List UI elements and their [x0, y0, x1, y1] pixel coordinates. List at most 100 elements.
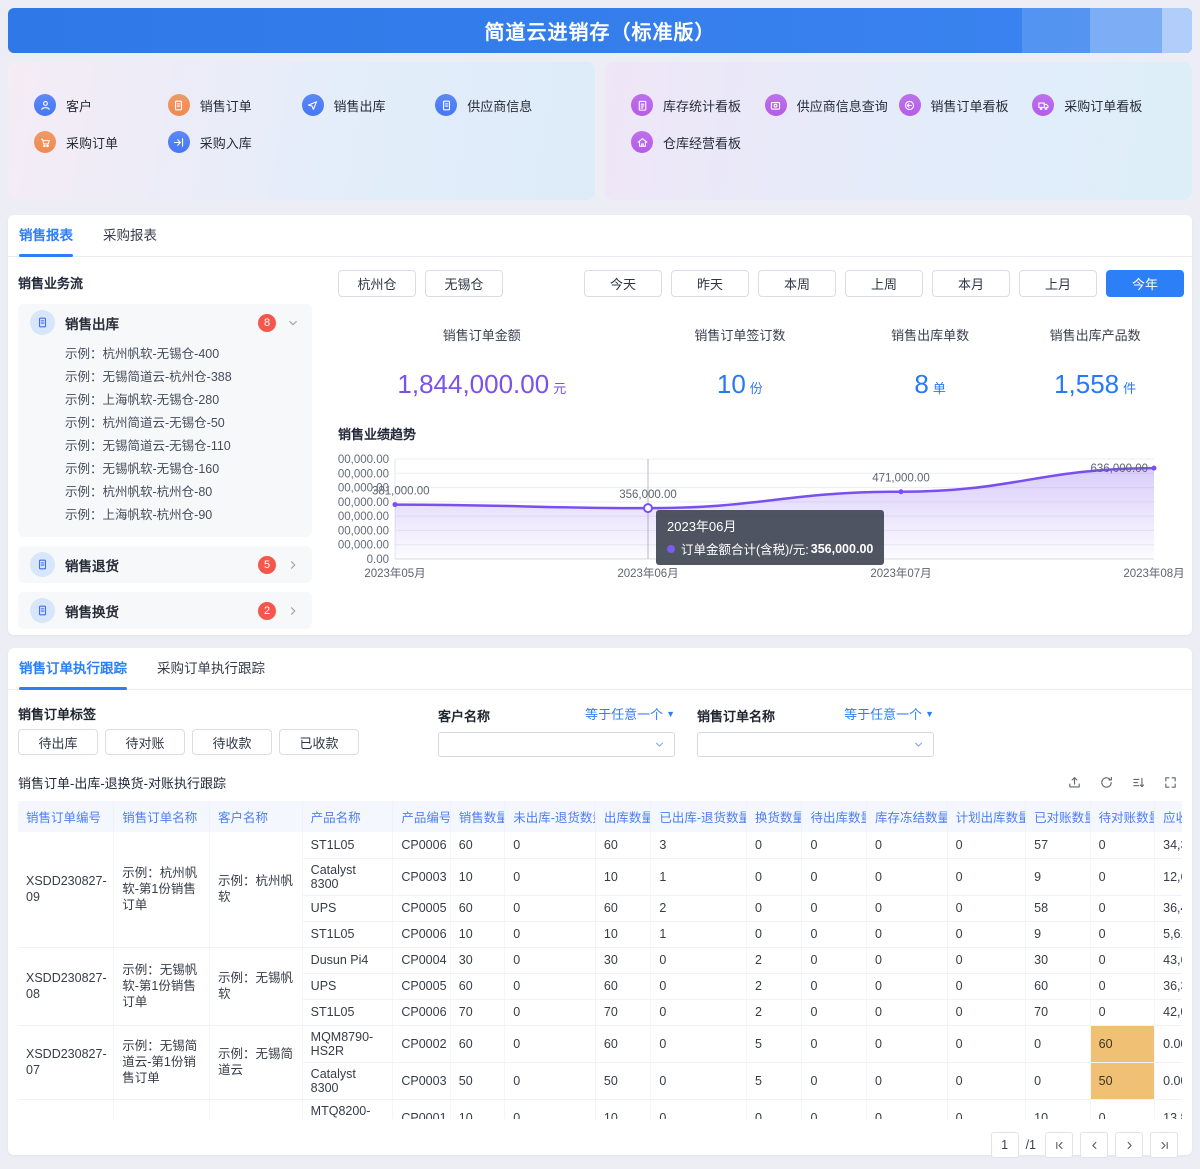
- value-cell: 70: [1026, 999, 1090, 1025]
- last-page-button[interactable]: [1150, 1132, 1178, 1158]
- chevron-right-icon[interactable]: [286, 604, 300, 618]
- filter-select-label: 销售订单名称: [697, 706, 775, 721]
- flow-item-link[interactable]: 示例：无锡简道云-杭州仓-388: [65, 366, 312, 389]
- value-cell: 0: [1090, 832, 1154, 858]
- value-cell: 60: [450, 895, 504, 921]
- table-title: 销售订单-出库-退换货-对账执行跟踪: [18, 773, 226, 792]
- value-cell: 0: [947, 858, 1026, 895]
- shortcut-warehouse-board[interactable]: 仓库经营看板: [631, 131, 765, 153]
- product-code-cell: CP0004: [393, 947, 450, 973]
- page-number-input[interactable]: 1: [991, 1132, 1019, 1158]
- shortcut-purchase-inbound[interactable]: 采购入库: [168, 131, 302, 153]
- flow-item-link[interactable]: 示例：杭州帆软-无锡仓-400: [65, 343, 312, 366]
- period-filter-button[interactable]: 本周: [758, 270, 836, 297]
- value-cell: 0: [651, 1025, 747, 1062]
- shortcut-purchase-order[interactable]: 采购订单: [34, 131, 168, 153]
- shortcut-inventory-stats[interactable]: 库存统计看板: [631, 94, 765, 116]
- export-icon[interactable]: [1067, 775, 1082, 790]
- shortcut-customer[interactable]: 客户: [34, 94, 168, 116]
- value-cell: 0: [866, 1025, 947, 1062]
- period-filter-button[interactable]: 上月: [1019, 270, 1097, 297]
- next-page-button[interactable]: [1115, 1132, 1143, 1158]
- app-header: 简道云进销存（标准版）: [8, 8, 1192, 53]
- flow-section-header[interactable]: 销售出库8: [18, 304, 312, 341]
- shortcut-sales-order[interactable]: 销售订单: [168, 94, 302, 116]
- column-header: 换货数量: [747, 801, 802, 832]
- value-cell: 0: [505, 1062, 596, 1099]
- flow-item-link[interactable]: 示例：上海帆软-无锡仓-280: [65, 389, 312, 412]
- value-cell: 0: [651, 1099, 747, 1119]
- prev-page-button[interactable]: [1080, 1132, 1108, 1158]
- flow-item-link[interactable]: 示例：杭州简道云-无锡仓-50: [65, 412, 312, 435]
- product-code-cell: CP0006: [393, 832, 450, 858]
- value-cell: 10: [595, 1099, 650, 1119]
- flow-section-header[interactable]: 销售换货2: [18, 592, 312, 629]
- shortcut-label: 销售订单看板: [931, 96, 1009, 115]
- svg-text:356,000.00: 356,000.00: [619, 489, 677, 501]
- count-badge: 5: [258, 556, 276, 574]
- fullscreen-icon[interactable]: [1163, 775, 1178, 790]
- operator-link[interactable]: 等于任意一个 ▼: [844, 704, 934, 723]
- period-filter-button[interactable]: 本月: [932, 270, 1010, 297]
- first-page-button[interactable]: [1045, 1132, 1073, 1158]
- value-cell: 0: [866, 1099, 947, 1119]
- value-cell: 60: [450, 973, 504, 999]
- warehouse-filter-button[interactable]: 杭州仓: [338, 270, 416, 297]
- value-cell: 43,685.1: [1155, 947, 1182, 973]
- order-tag-button[interactable]: 待出库: [18, 729, 98, 755]
- caret-down-icon: ▼: [666, 709, 675, 719]
- operator-link[interactable]: 等于任意一个 ▼: [585, 704, 675, 723]
- value-cell: 12,633.3: [1155, 858, 1182, 895]
- chevron-right-icon[interactable]: [286, 558, 300, 572]
- sales-trend-chart[interactable]: 700,000.00600,000.00500,000.00400,000.00…: [338, 451, 1184, 588]
- flow-item-link[interactable]: 示例：无锡帆软-无锡仓-160: [65, 458, 312, 481]
- product-code-cell: CP0003: [393, 1062, 450, 1099]
- column-header: 产品编号: [393, 801, 450, 832]
- value-cell: 0: [505, 1025, 596, 1062]
- period-filter-button[interactable]: 今天: [584, 270, 662, 297]
- shortcut-purchase-board[interactable]: 采购订单看板: [1032, 94, 1166, 116]
- kpi-row: 销售订单金额1,844,000.00元销售订单签订数10份销售出库单数8单销售出…: [338, 325, 1184, 400]
- period-filter-button[interactable]: 今年: [1106, 270, 1184, 297]
- order-tag-button[interactable]: 待收款: [192, 729, 272, 755]
- filter-select-input[interactable]: [697, 732, 934, 757]
- svg-text:0.00: 0.00: [367, 554, 389, 566]
- flow-item-link[interactable]: 示例：杭州帆软-杭州仓-80: [65, 481, 312, 504]
- sales-trend-chart-block: 销售业绩趋势 700,000.00600,000.00500,000.00400…: [338, 424, 1184, 588]
- filter-select-input[interactable]: [438, 732, 675, 757]
- tracking-tab[interactable]: 采购订单执行跟踪: [157, 648, 265, 689]
- shortcut-supplier-query[interactable]: 供应商信息查询: [765, 94, 899, 116]
- order-tag-button[interactable]: 已收款: [279, 729, 359, 755]
- chevron-down-icon[interactable]: [286, 316, 300, 330]
- value-cell: 0: [866, 858, 947, 895]
- report-tab[interactable]: 采购报表: [103, 215, 157, 256]
- flow-item-link[interactable]: 示例：无锡简道云-无锡仓-110: [65, 435, 312, 458]
- report-tab[interactable]: 销售报表: [19, 215, 73, 256]
- value-cell: 0: [1090, 858, 1154, 895]
- value-cell: 0: [802, 947, 866, 973]
- product-code-cell: CP0001: [393, 1099, 450, 1119]
- column-header: 销售数量: [450, 801, 504, 832]
- order-tag-filter: 销售订单标签 待出库待对账待收款已收款: [18, 704, 438, 757]
- flow-section-label: 销售出库: [65, 313, 258, 333]
- flow-section-header[interactable]: 销售退货5: [18, 546, 312, 583]
- value-cell: 0: [747, 858, 802, 895]
- shortcut-sales-outbound[interactable]: 销售出库: [302, 94, 436, 116]
- warehouse-filter-button[interactable]: 无锡仓: [425, 270, 503, 297]
- purchase-board-icon: [1032, 94, 1054, 116]
- shortcut-supplier-info[interactable]: 供应商信息: [435, 94, 569, 116]
- flow-item-link[interactable]: 示例：上海帆软-杭州仓-90: [65, 504, 312, 527]
- value-cell: 0.00: [1155, 1025, 1182, 1062]
- period-filter-button[interactable]: 上周: [845, 270, 923, 297]
- order-tag-button[interactable]: 待对账: [105, 729, 185, 755]
- shortcut-sales-board[interactable]: 销售订单看板: [899, 94, 1033, 116]
- customer-cell: 示例：无锡简道云: [209, 1025, 302, 1099]
- display-settings-icon[interactable]: [1131, 775, 1146, 790]
- period-filter-button[interactable]: 昨天: [671, 270, 749, 297]
- refresh-icon[interactable]: [1099, 775, 1114, 790]
- svg-text:471,000.00: 471,000.00: [872, 473, 930, 485]
- tracking-tab[interactable]: 销售订单执行跟踪: [19, 648, 127, 689]
- value-cell: 0: [947, 921, 1026, 947]
- order-name-cell: 示例：杭州简道云-第1份销售订单: [114, 1099, 210, 1119]
- kpi-unit: 份: [750, 381, 763, 396]
